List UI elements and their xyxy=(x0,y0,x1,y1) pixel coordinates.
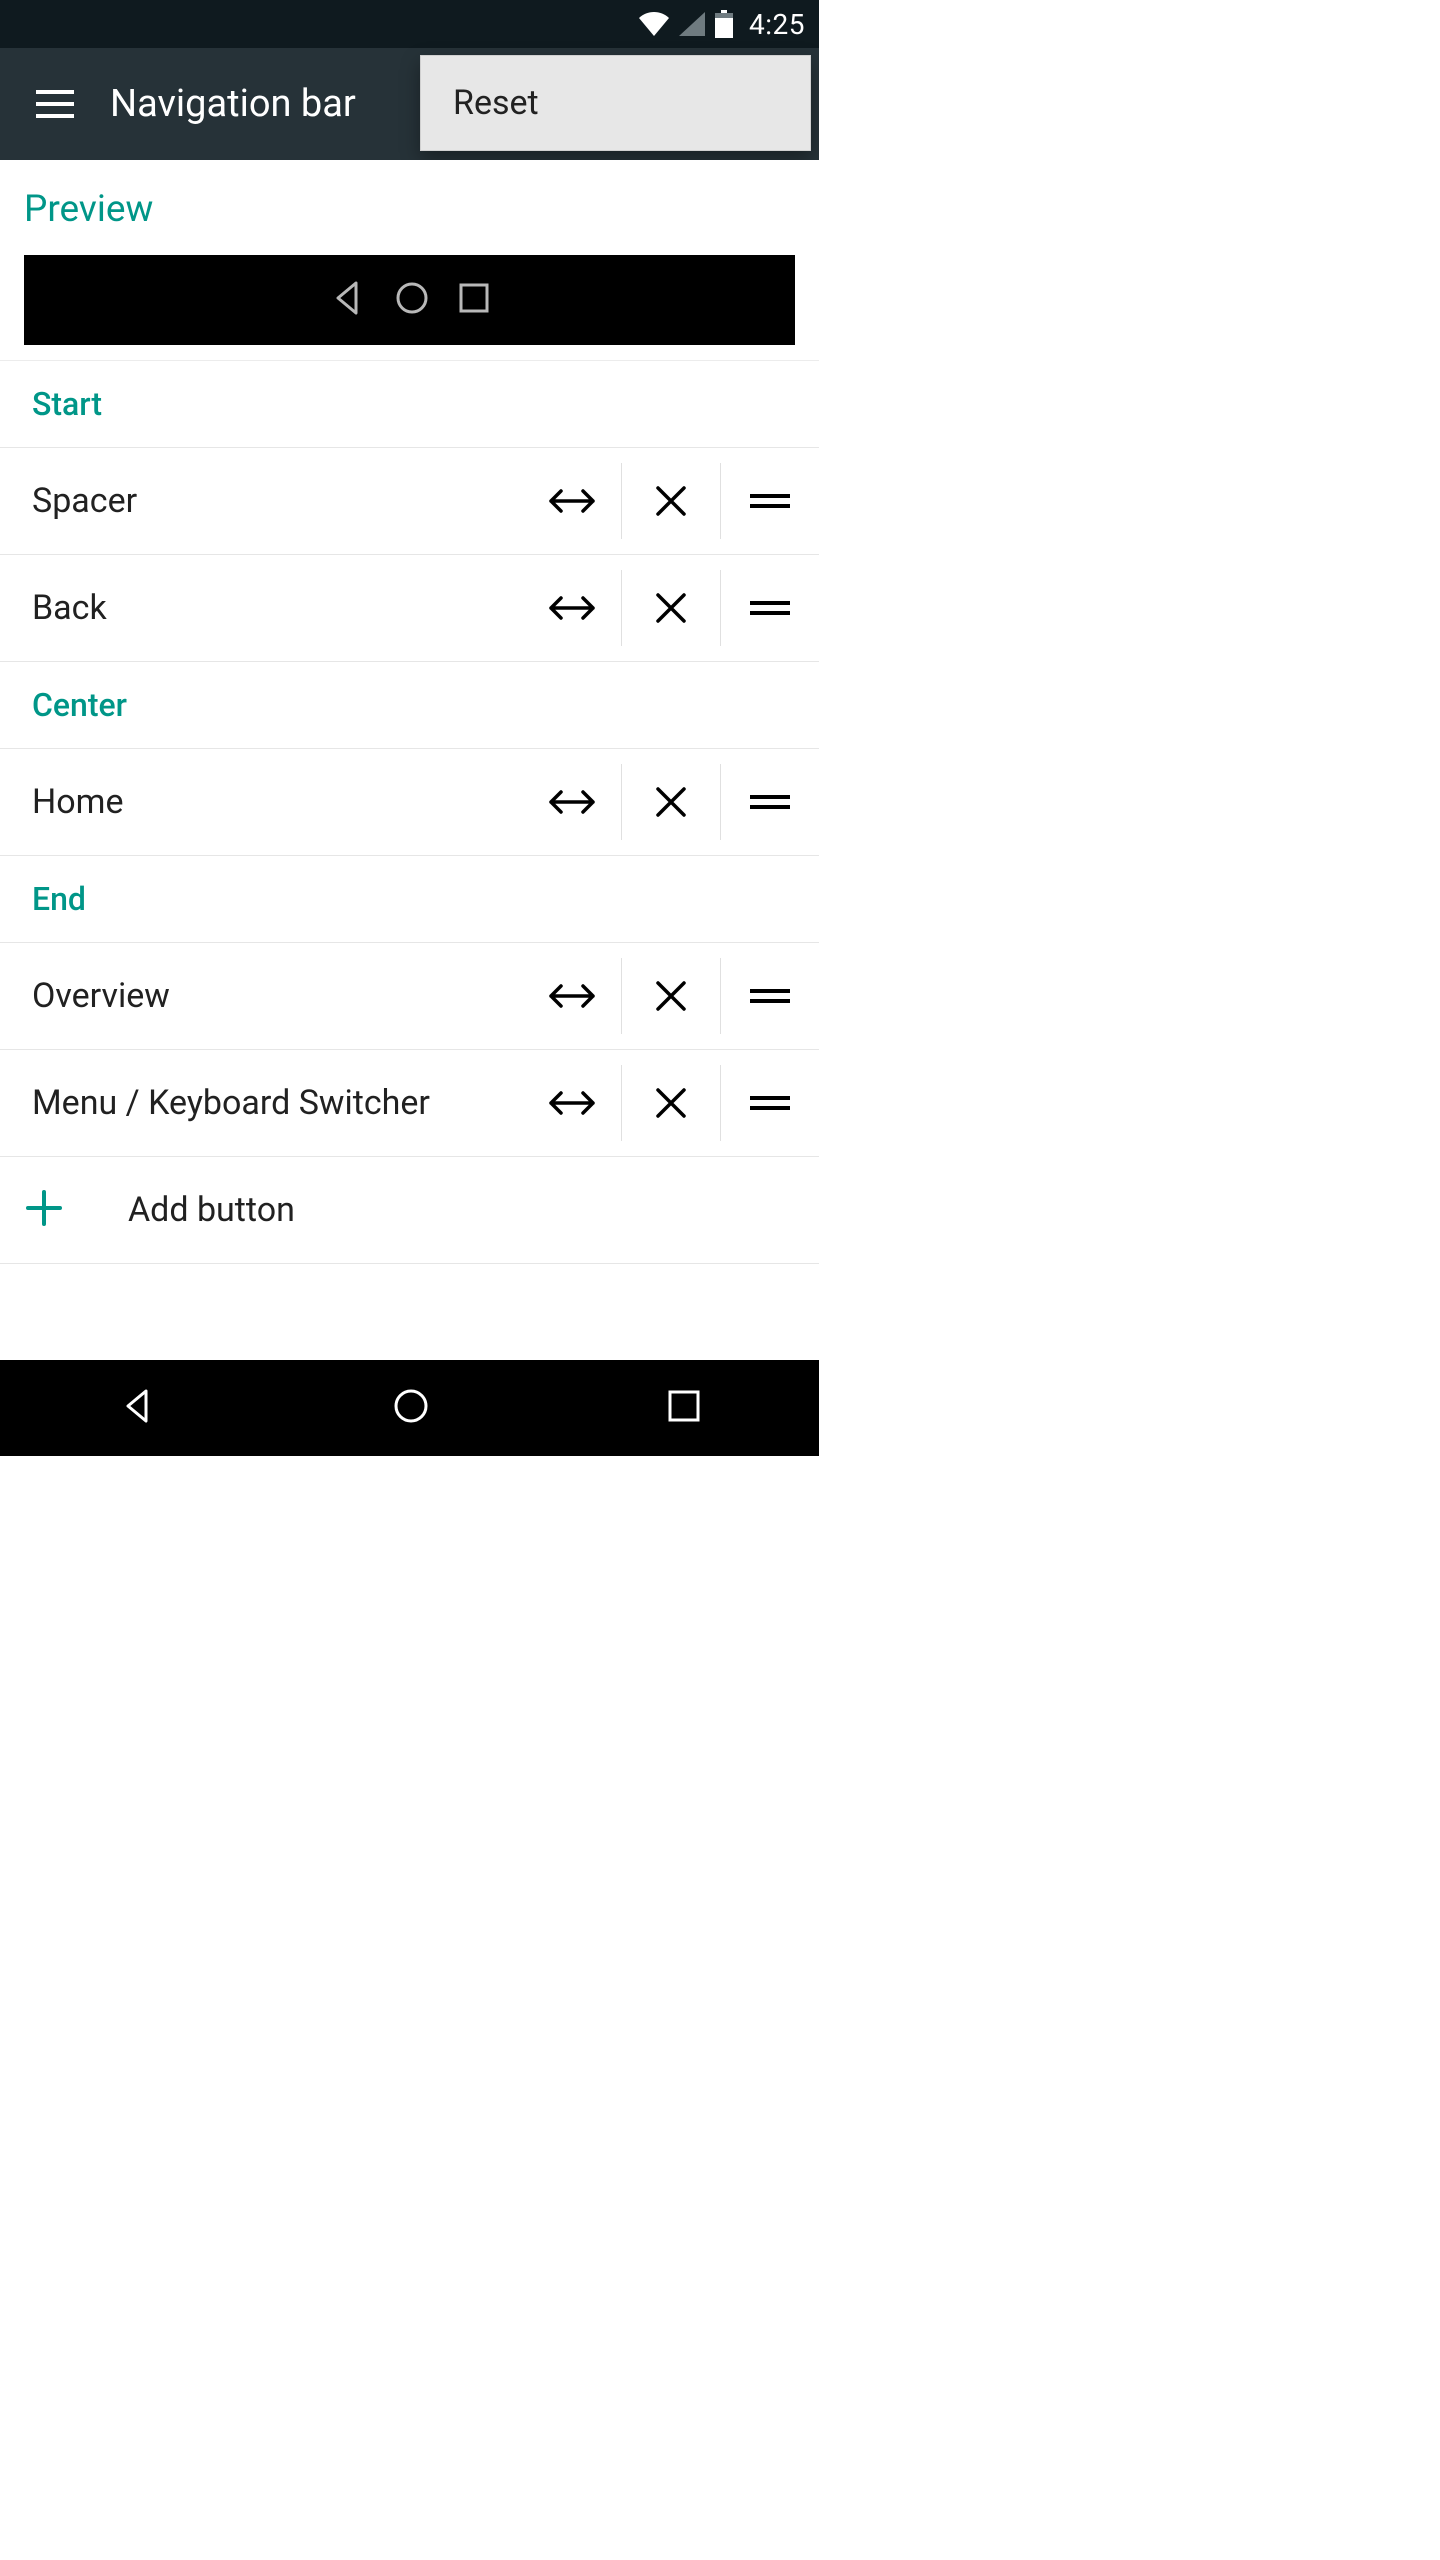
system-nav-bar xyxy=(0,1360,819,1456)
drag-handle-icon[interactable] xyxy=(721,463,819,539)
drag-handle-icon[interactable] xyxy=(721,764,819,840)
battery-icon xyxy=(715,10,733,38)
reset-button[interactable]: Reset xyxy=(453,83,539,123)
overview-icon xyxy=(457,281,491,319)
list-item: Overview xyxy=(0,943,819,1050)
width-arrows-icon[interactable] xyxy=(523,764,621,840)
status-time: 4:25 xyxy=(749,8,805,41)
width-arrows-icon[interactable] xyxy=(523,463,621,539)
overflow-menu: Reset xyxy=(420,55,811,151)
section-end: End xyxy=(0,856,819,943)
item-label: Menu / Keyboard Switcher xyxy=(0,1083,523,1123)
navbar-preview xyxy=(24,255,795,345)
hamburger-icon[interactable] xyxy=(0,48,110,160)
delete-x-icon[interactable] xyxy=(622,570,720,646)
list-item: Menu / Keyboard Switcher xyxy=(0,1050,819,1157)
drag-handle-icon[interactable] xyxy=(721,1065,819,1141)
add-button-label: Add button xyxy=(128,1190,295,1230)
drag-handle-icon[interactable] xyxy=(721,570,819,646)
delete-x-icon[interactable] xyxy=(622,764,720,840)
section-start: Start xyxy=(0,361,819,448)
width-arrows-icon[interactable] xyxy=(523,1065,621,1141)
status-bar: 4:25 xyxy=(0,0,819,48)
back-icon[interactable] xyxy=(116,1385,158,1431)
delete-x-icon[interactable] xyxy=(622,1065,720,1141)
width-arrows-icon[interactable] xyxy=(523,570,621,646)
list-item: Spacer xyxy=(0,448,819,555)
drag-handle-icon[interactable] xyxy=(721,958,819,1034)
list-item: Back xyxy=(0,555,819,662)
add-button[interactable]: Add button xyxy=(0,1157,819,1264)
delete-x-icon[interactable] xyxy=(622,463,720,539)
home-icon[interactable] xyxy=(390,1385,432,1431)
delete-x-icon[interactable] xyxy=(622,958,720,1034)
item-label: Back xyxy=(0,588,523,628)
item-label: Home xyxy=(0,782,523,822)
list-item: Home xyxy=(0,749,819,856)
cell-signal-icon xyxy=(679,12,705,36)
back-icon xyxy=(328,279,366,321)
preview-label: Preview xyxy=(0,160,819,255)
home-icon xyxy=(393,279,431,321)
plus-icon xyxy=(24,1188,64,1232)
item-label: Spacer xyxy=(0,481,523,521)
width-arrows-icon[interactable] xyxy=(523,958,621,1034)
wifi-icon xyxy=(639,12,669,36)
item-label: Overview xyxy=(0,976,523,1016)
page-title: Navigation bar xyxy=(110,82,356,126)
content: Preview Start Spacer xyxy=(0,160,819,1360)
overview-icon[interactable] xyxy=(665,1387,703,1429)
section-center: Center xyxy=(0,662,819,749)
